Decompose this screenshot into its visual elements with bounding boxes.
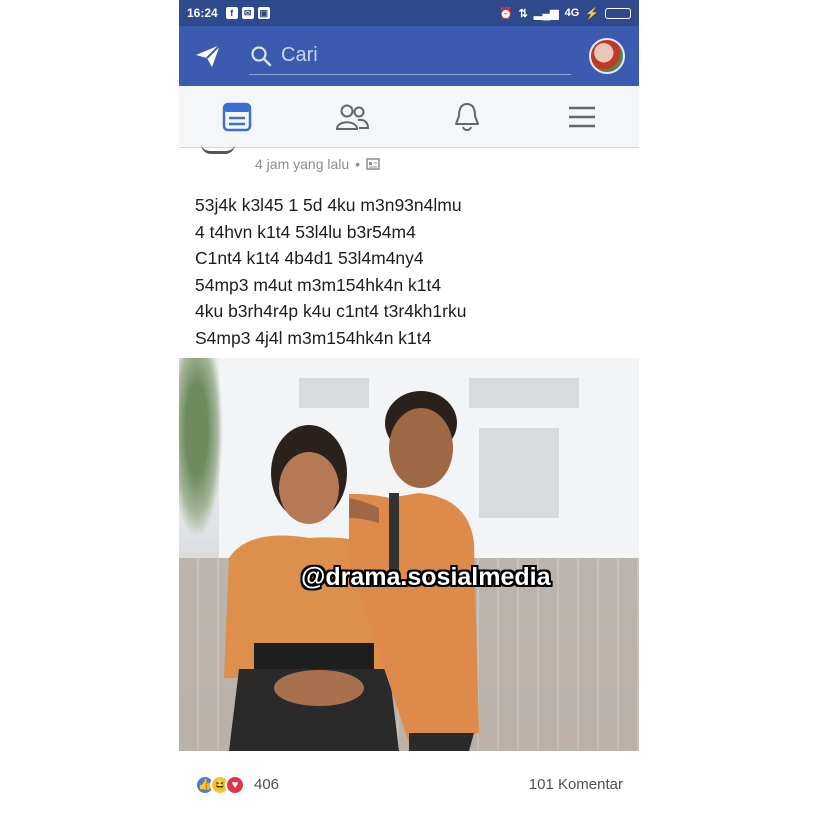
- reaction-count[interactable]: 406: [254, 776, 279, 793]
- signal-icon: ▂▄▆: [533, 7, 559, 20]
- tab-menu[interactable]: [524, 86, 639, 147]
- post-text-line: C1nt4 k1t4 4b4d1 53l4m4ny4: [195, 248, 424, 268]
- meta-separator: •: [355, 156, 361, 172]
- photo-watermark: @drama.sosialmedia: [301, 563, 551, 591]
- post-meta: 4 jam yang lalu •: [255, 156, 380, 172]
- post-text-line: 4ku b3rh4r4p k4u c1nt4 t3r4kh1rku: [195, 301, 467, 321]
- photo-person-boy: [349, 391, 479, 751]
- messenger-send-icon[interactable]: [193, 41, 223, 71]
- network-type: 4G: [564, 7, 580, 19]
- love-reaction-icon: ♥: [225, 774, 245, 795]
- phone-screen: 16:24 f ✉ ▣ ⏰ ⇅ ▂▄▆ 4G ⚡ Cari 4 jam yang…: [179, 0, 639, 818]
- search-bar[interactable]: Cari: [249, 37, 571, 75]
- status-bar: 16:24 f ✉ ▣ ⏰ ⇅ ▂▄▆ 4G ⚡: [179, 0, 639, 26]
- tab-news-feed[interactable]: [179, 86, 294, 147]
- post-text-line: S4mp3 4j4l m3m154hk4n k1t4: [195, 327, 432, 348]
- app-notification-icon: ▣: [257, 7, 270, 19]
- friends-icon: [335, 104, 369, 130]
- post-photo[interactable]: @drama.sosialmedia: [179, 358, 639, 751]
- privacy-icon[interactable]: [366, 158, 380, 170]
- reactions-bar: 👍 😆 ♥ 406 101 Komentar: [179, 751, 639, 818]
- bell-icon: [454, 102, 479, 131]
- post-author-avatar[interactable]: [201, 144, 235, 154]
- tab-friends[interactable]: [294, 86, 409, 147]
- tab-bar: [179, 86, 639, 148]
- reaction-icons[interactable]: 👍 😆 ♥: [195, 774, 245, 795]
- chat-notification-icon: ✉: [241, 7, 254, 19]
- feed-icon: [222, 102, 251, 131]
- battery-icon: [605, 7, 631, 19]
- comments-count[interactable]: 101 Komentar: [529, 776, 623, 793]
- status-right: ⏰ ⇅ ▂▄▆ 4G ⚡: [499, 7, 631, 20]
- charging-icon: ⚡: [585, 7, 599, 20]
- hamburger-menu-icon: [568, 106, 595, 127]
- tab-notifications[interactable]: [409, 86, 524, 147]
- status-time: 16:24: [187, 6, 218, 20]
- post-text-line: 53j4k k3l45 1 5d 4ku m3n93n4lmu: [195, 195, 462, 215]
- feed-post: 4 jam yang lalu • 53j4k k3l45 1 5d 4ku m…: [179, 148, 639, 818]
- data-arrows-icon: ⇅: [518, 7, 528, 20]
- post-text-line: 54mp3 m4ut m3m154hk4n k1t4: [195, 274, 442, 295]
- post-text-line: 4 t4hvn k1t4 53l4lu b3r54m4: [195, 221, 416, 242]
- post-timestamp[interactable]: 4 jam yang lalu: [255, 156, 349, 172]
- facebook-notification-icon: f: [225, 7, 238, 19]
- post-text: 53j4k k3l45 1 5d 4ku m3n93n4lmu 4 t4hvn …: [195, 192, 466, 351]
- alarm-icon: ⏰: [498, 7, 513, 20]
- search-icon: [251, 45, 272, 66]
- profile-avatar[interactable]: [589, 38, 625, 74]
- search-placeholder: Cari: [281, 44, 318, 66]
- app-bar: Cari: [179, 26, 639, 86]
